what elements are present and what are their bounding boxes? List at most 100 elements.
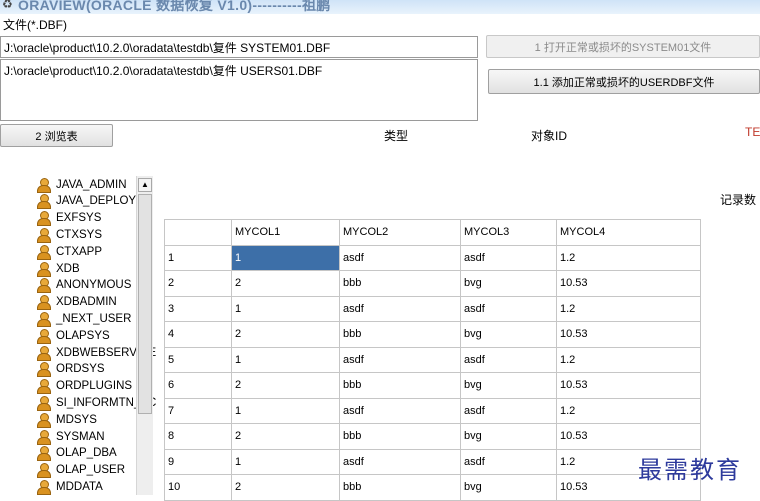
- table-row[interactable]: 5 1 asdf asdf 1.2: [164, 346, 701, 373]
- scroll-up-icon[interactable]: ▲: [138, 178, 152, 192]
- tree-item-user[interactable]: MDDATA: [36, 478, 103, 495]
- table-row[interactable]: 4 2 bbb bvg 10.53: [164, 321, 701, 348]
- column-header-mycol3[interactable]: MYCOL3: [460, 219, 557, 246]
- grid-cell[interactable]: asdf: [460, 295, 557, 322]
- grid-cell[interactable]: bbb: [339, 474, 461, 501]
- tree-scrollbar[interactable]: ▲: [136, 176, 153, 495]
- tree-item-user[interactable]: OLAPSYS: [36, 327, 110, 344]
- tree-item-label: XDB: [56, 262, 80, 275]
- grid-cell[interactable]: bbb: [339, 423, 461, 450]
- grid-cell[interactable]: 1.2: [556, 346, 701, 373]
- row-header-cell[interactable]: 2: [164, 270, 232, 297]
- table-row[interactable]: 9 1 asdf asdf 1.2: [164, 448, 701, 475]
- grid-cell[interactable]: 2: [231, 372, 340, 399]
- grid-cell[interactable]: asdf: [339, 244, 461, 271]
- tree-item-user[interactable]: _NEXT_USER: [36, 310, 131, 327]
- grid-cell[interactable]: 2: [231, 270, 340, 297]
- grid-cell[interactable]: bbb: [339, 372, 461, 399]
- tree-item-user[interactable]: XDB: [36, 260, 80, 277]
- grid-cell[interactable]: asdf: [339, 346, 461, 373]
- tree-item-label: CTXAPP: [56, 245, 103, 258]
- grid-cell[interactable]: asdf: [460, 346, 557, 373]
- tree-item-user[interactable]: SYSMAN: [36, 428, 105, 445]
- grid-cell[interactable]: bvg: [460, 372, 557, 399]
- tree-item-label: ANONYMOUS: [56, 279, 132, 292]
- grid-cell[interactable]: 10.53: [556, 372, 701, 399]
- grid-corner-cell: [164, 219, 232, 246]
- grid-cell[interactable]: asdf: [460, 397, 557, 424]
- grid-cell[interactable]: asdf: [460, 244, 557, 271]
- user-icon: [36, 328, 51, 344]
- grid-cell[interactable]: 2: [231, 423, 340, 450]
- row-header-cell[interactable]: 8: [164, 423, 232, 450]
- tree-item-user[interactable]: ANONYMOUS: [36, 277, 131, 294]
- table-row[interactable]: 10 2 bbb bvg 10.53: [164, 474, 701, 501]
- user-icon: [36, 261, 51, 277]
- row-header-cell[interactable]: 5: [164, 346, 232, 373]
- grid-cell[interactable]: 10.53: [556, 423, 701, 450]
- grid-cell[interactable]: 1: [231, 448, 340, 475]
- data-grid[interactable]: MYCOL1 MYCOL2 MYCOL3 MYCOL4 1 1 asdf asdf 1.…: [164, 219, 701, 501]
- table-row[interactable]: 7 1 asdf asdf 1.2: [164, 397, 701, 424]
- tree-item-user[interactable]: CTXSYS: [36, 226, 102, 243]
- table-row[interactable]: 6 2 bbb bvg 10.53: [164, 372, 701, 399]
- grid-cell[interactable]: bbb: [339, 321, 461, 348]
- column-header-mycol4[interactable]: MYCOL4: [556, 219, 701, 246]
- grid-cell[interactable]: 1: [231, 295, 340, 322]
- grid-cell[interactable]: 10.53: [556, 321, 701, 348]
- row-header-cell[interactable]: 1: [164, 244, 232, 271]
- object-id-label: 对象ID: [531, 129, 568, 143]
- grid-cell[interactable]: bbb: [339, 270, 461, 297]
- grid-cell[interactable]: 10.53: [556, 270, 701, 297]
- grid-cell[interactable]: asdf: [339, 397, 461, 424]
- grid-cell[interactable]: 1: [231, 397, 340, 424]
- tree-item-user[interactable]: OLAP_DBA: [36, 445, 117, 462]
- column-header-mycol2[interactable]: MYCOL2: [339, 219, 461, 246]
- grid-cell[interactable]: 2: [231, 321, 340, 348]
- tree-item-label: JAVA_DEPLOY: [56, 195, 137, 208]
- system-file-path-field[interactable]: J:\oracle\product\10.2.0\oradata\testdb\…: [0, 36, 478, 58]
- tree-item-user[interactable]: EXFSYS: [36, 210, 101, 227]
- grid-cell[interactable]: 1: [231, 346, 340, 373]
- grid-cell[interactable]: bvg: [460, 321, 557, 348]
- tree-item-user[interactable]: XDBADMIN: [36, 294, 117, 311]
- table-row[interactable]: 2 2 bbb bvg 10.53: [164, 270, 701, 297]
- browse-table-button[interactable]: 2 浏览表: [0, 124, 113, 147]
- grid-cell[interactable]: 1: [231, 244, 340, 271]
- grid-cell[interactable]: asdf: [460, 448, 557, 475]
- row-header-cell[interactable]: 6: [164, 372, 232, 399]
- tree-item-user[interactable]: JAVA_ADMIN: [36, 176, 127, 193]
- column-header-mycol1[interactable]: MYCOL1: [231, 219, 340, 246]
- grid-cell[interactable]: bvg: [460, 474, 557, 501]
- add-userdbf-button[interactable]: 1.1 添加正常或损坏的USERDBF文件: [488, 69, 760, 94]
- row-header-cell[interactable]: 9: [164, 448, 232, 475]
- tree-item-user[interactable]: ORDSYS: [36, 361, 105, 378]
- grid-cell[interactable]: bvg: [460, 423, 557, 450]
- grid-cell[interactable]: bvg: [460, 270, 557, 297]
- grid-cell[interactable]: asdf: [339, 295, 461, 322]
- row-header-cell[interactable]: 10: [164, 474, 232, 501]
- grid-cell[interactable]: 1.2: [556, 295, 701, 322]
- tree-item-user[interactable]: OLAP_USER: [36, 462, 125, 479]
- grid-cell[interactable]: 2: [231, 474, 340, 501]
- app-icon: ♻: [2, 0, 13, 11]
- row-header-cell[interactable]: 4: [164, 321, 232, 348]
- users-file-path-field[interactable]: J:\oracle\product\10.2.0\oradata\testdb\…: [0, 59, 478, 121]
- grid-cell[interactable]: 1.2: [556, 244, 701, 271]
- table-row[interactable]: 1 1 asdf asdf 1.2: [164, 244, 701, 271]
- tree-item-label: ORDSYS: [56, 363, 105, 376]
- tree-item-user[interactable]: CTXAPP: [36, 243, 102, 260]
- row-header-cell[interactable]: 3: [164, 295, 232, 322]
- open-system-file-button[interactable]: 1 打开正常或损坏的SYSTEM01文件: [486, 35, 760, 58]
- tree-item-label: MDDATA: [56, 480, 103, 493]
- table-row[interactable]: 3 1 asdf asdf 1.2: [164, 295, 701, 322]
- tree-item-user[interactable]: ORDPLUGINS: [36, 378, 132, 395]
- scroll-thumb[interactable]: [138, 194, 152, 414]
- user-icon: [36, 345, 51, 361]
- grid-cell[interactable]: asdf: [339, 448, 461, 475]
- grid-cell[interactable]: 1.2: [556, 397, 701, 424]
- row-header-cell[interactable]: 7: [164, 397, 232, 424]
- tree-item-user[interactable]: JAVA_DEPLOY: [36, 193, 136, 210]
- table-row[interactable]: 8 2 bbb bvg 10.53: [164, 423, 701, 450]
- tree-item-user[interactable]: MDSYS: [36, 411, 97, 428]
